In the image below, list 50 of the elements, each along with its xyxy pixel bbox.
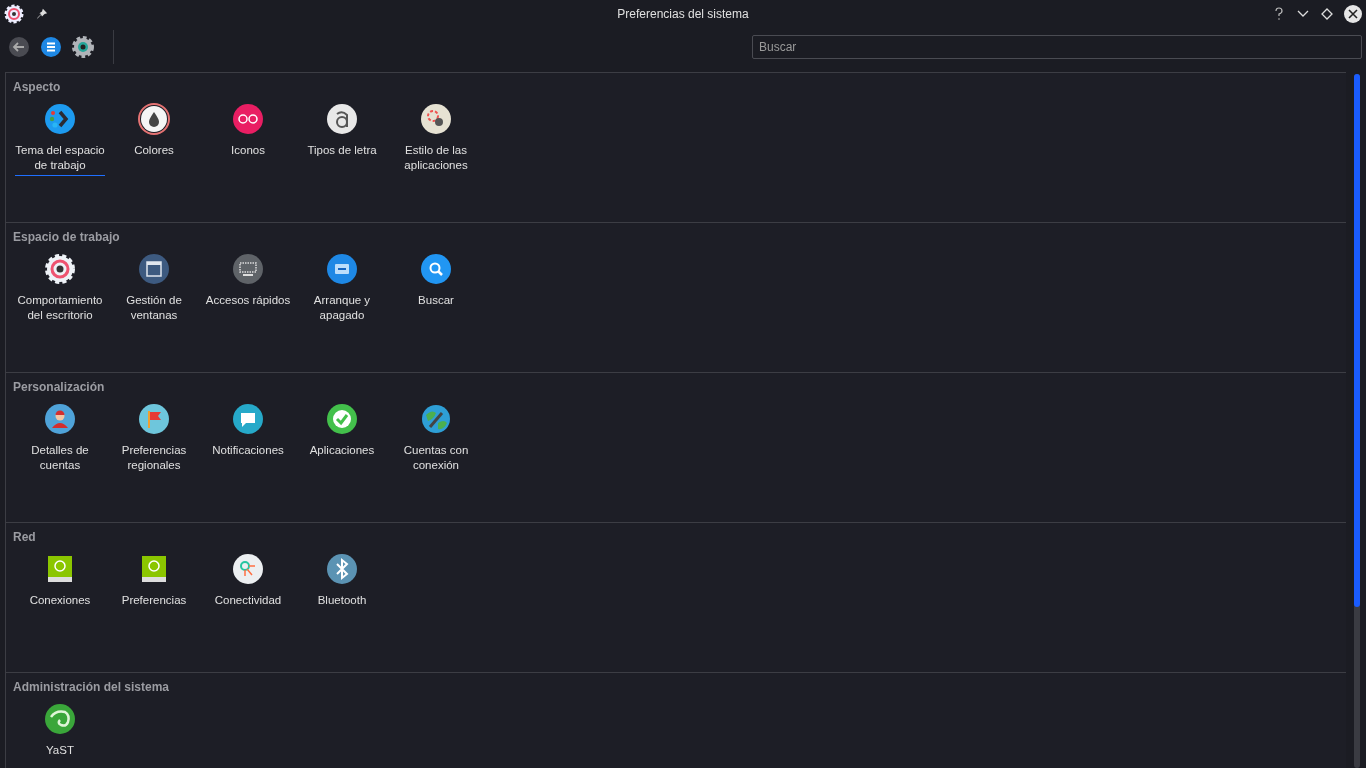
settings-item[interactable]: Iconos (201, 103, 295, 176)
scrollbar-thumb[interactable] (1354, 74, 1360, 607)
settings-item[interactable]: Buscar (389, 253, 483, 326)
settings-item[interactable]: Arranque y apagado (295, 253, 389, 326)
settings-item[interactable]: Preferencias regionales (107, 403, 201, 476)
settings-item[interactable]: Conexiones (13, 553, 107, 611)
checkmark-icon (326, 403, 358, 435)
settings-item[interactable]: Aplicaciones (295, 403, 389, 476)
scrollbar[interactable] (1354, 74, 1360, 768)
gear-icon (44, 253, 76, 285)
power-screen-icon (326, 253, 358, 285)
keyboard-icon (232, 253, 264, 285)
window-title: Preferencias del sistema (617, 7, 749, 21)
settings-item[interactable]: Preferencias (107, 553, 201, 611)
gear-icon (4, 4, 24, 24)
menu-icon[interactable] (41, 37, 61, 57)
flag-icon (138, 403, 170, 435)
settings-item[interactable]: Tema del espacio de trabajo (13, 103, 107, 176)
search-icon (420, 253, 452, 285)
maximize-icon[interactable] (1320, 7, 1334, 21)
settings-item[interactable]: Colores (107, 103, 201, 176)
settings-item[interactable]: Comportamiento del escritorio (13, 253, 107, 326)
settings-item[interactable]: Conectividad (201, 553, 295, 611)
help-icon[interactable] (1272, 7, 1286, 21)
settings-item[interactable]: Accesos rápidos (201, 253, 295, 326)
section-title: Red (13, 530, 36, 544)
settings-item[interactable]: Bluetooth (295, 553, 389, 611)
window-icon (138, 253, 170, 285)
settings-item[interactable]: Notificaciones (201, 403, 295, 476)
section-title: Espacio de trabajo (13, 230, 120, 244)
settings-item[interactable]: Tipos de letra (295, 103, 389, 176)
settings-icon[interactable] (71, 35, 95, 59)
settings-item[interactable]: Gestión de ventanas (107, 253, 201, 326)
section-title: Personalización (13, 380, 105, 394)
close-icon[interactable] (1344, 5, 1362, 23)
section-title: Administración del sistema (13, 680, 170, 694)
settings-item[interactable]: YaST (13, 703, 107, 761)
person-icon (44, 403, 76, 435)
speech-bubble-icon (232, 403, 264, 435)
settings-item[interactable]: Detalles de cuentas (13, 403, 107, 476)
search-field[interactable]: Buscar (752, 35, 1362, 59)
droplet-icon (138, 103, 170, 135)
connection-nodes-icon (232, 553, 264, 585)
settings-item[interactable]: Cuentas con conexión (389, 403, 483, 476)
bluetooth-icon (326, 553, 358, 585)
two-circles-icon (232, 103, 264, 135)
section-title: Aspecto (13, 80, 61, 94)
settings-item[interactable]: Estilo de las aplicaciones (389, 103, 483, 176)
back-icon[interactable] (9, 37, 29, 57)
letter-icon (326, 103, 358, 135)
